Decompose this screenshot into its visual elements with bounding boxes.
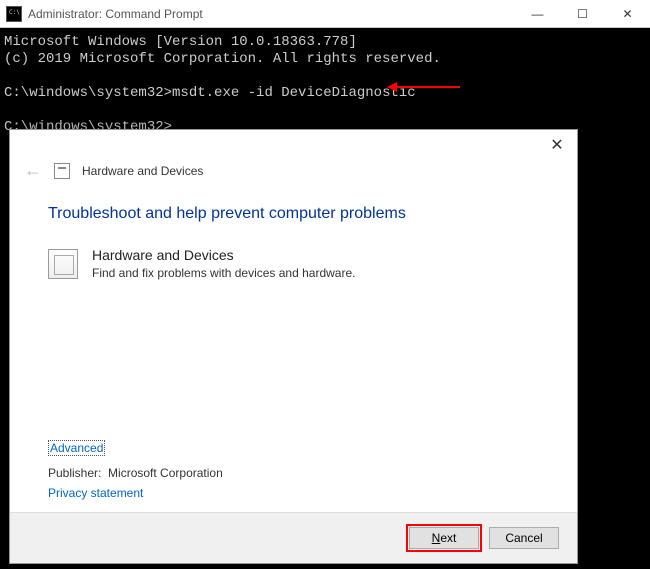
window-controls: — ☐ ✕ [515, 0, 650, 28]
back-arrow-icon[interactable]: ← [24, 160, 42, 181]
maximize-button[interactable]: ☐ [560, 0, 605, 28]
minimize-button[interactable]: — [515, 0, 560, 28]
dialog-headline: Troubleshoot and help prevent computer p… [48, 205, 539, 223]
next-label: ext [440, 531, 456, 545]
cmd-icon [6, 6, 22, 22]
item-title: Hardware and Devices [92, 247, 355, 263]
privacy-statement-link[interactable]: Privacy statement [48, 486, 539, 500]
next-button[interactable]: Next [409, 527, 479, 549]
dialog-close-button[interactable]: ✕ [543, 131, 571, 159]
hardware-icon [54, 163, 70, 179]
cmd-window-title: Administrator: Command Prompt [28, 7, 515, 21]
close-button[interactable]: ✕ [605, 0, 650, 28]
cmd-line: Microsoft Windows [Version 10.0.18363.77… [4, 34, 357, 50]
cmd-command: msdt.exe -id DeviceDiagnostic [172, 85, 416, 101]
publisher-value: Microsoft Corporation [108, 466, 223, 480]
item-description: Find and fix problems with devices and h… [92, 266, 355, 280]
dialog-footer: Next Cancel [10, 512, 577, 563]
annotation-arrow [395, 86, 460, 88]
cmd-titlebar: Administrator: Command Prompt — ☐ ✕ [0, 0, 650, 28]
dialog-header: ← Hardware and Devices [10, 160, 577, 193]
cmd-line: (c) 2019 Microsoft Corporation. All righ… [4, 51, 441, 67]
advanced-link[interactable]: Advanced [48, 440, 105, 456]
dialog-top-bar: ✕ [10, 130, 577, 160]
cancel-button[interactable]: Cancel [489, 527, 559, 549]
cmd-prompt: C:\windows\system32> [4, 85, 172, 101]
publisher-label: Publisher: [48, 466, 101, 480]
hardware-icon [48, 249, 78, 279]
troubleshooter-dialog: ✕ ← Hardware and Devices Troubleshoot an… [9, 129, 578, 564]
troubleshooter-item[interactable]: Hardware and Devices Find and fix proble… [48, 247, 539, 280]
dialog-content: Troubleshoot and help prevent computer p… [10, 193, 577, 512]
publisher-row: Publisher: Microsoft Corporation [48, 466, 539, 480]
dialog-header-title: Hardware and Devices [82, 164, 203, 178]
